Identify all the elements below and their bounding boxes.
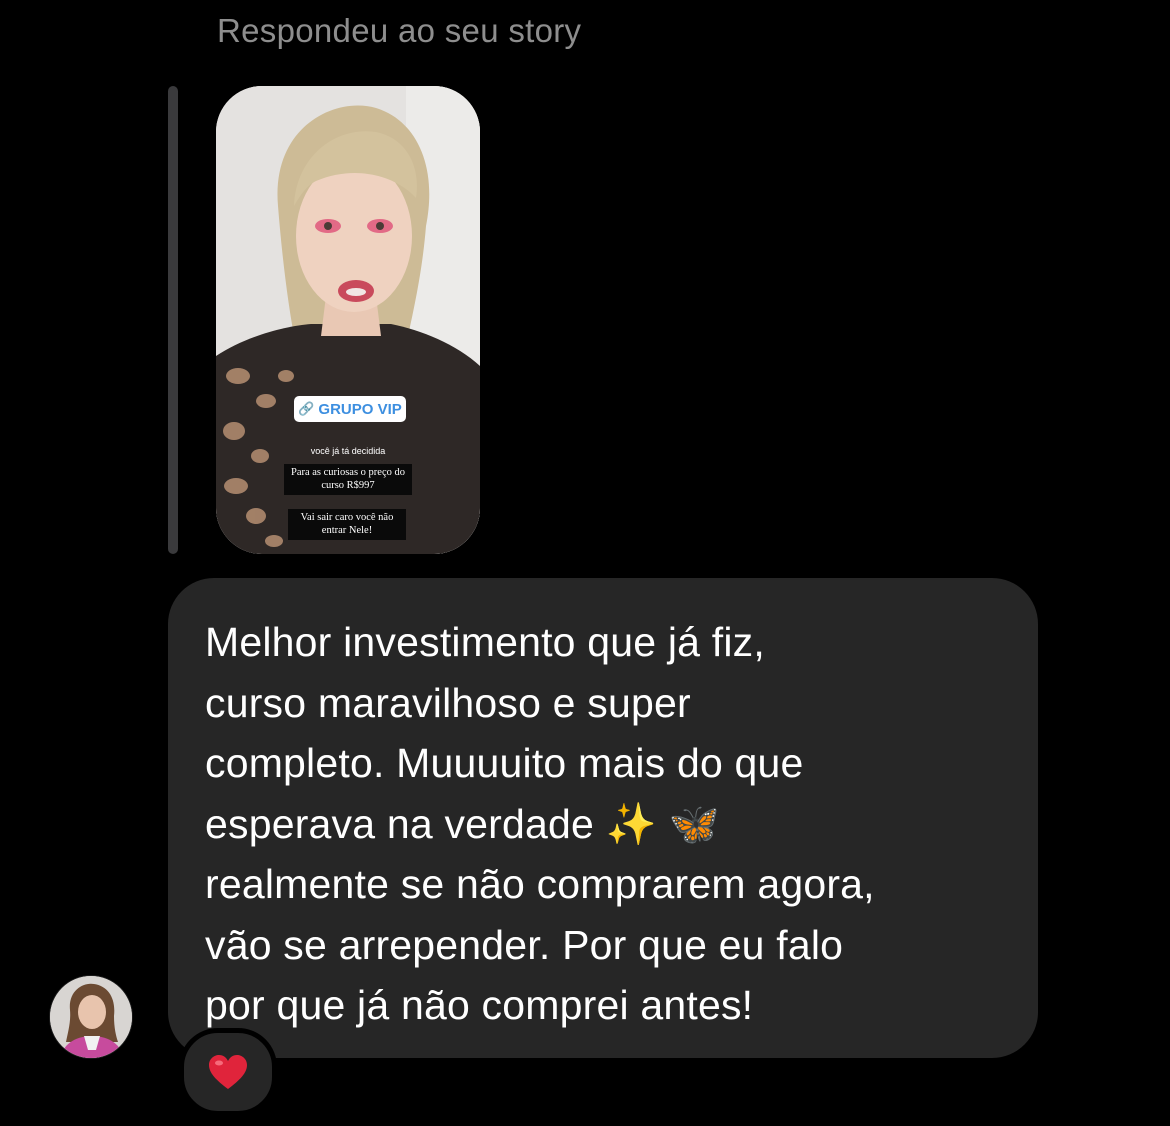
reply-indicator-bar: [168, 86, 178, 554]
reply-header: Respondeu ao seu story: [217, 12, 582, 49]
reaction-badge[interactable]: [179, 1028, 277, 1116]
story-caption-box-1: Para as curiosas o preço do curso R$997: [284, 464, 412, 496]
heart-icon: [209, 1055, 247, 1089]
story-link-label: GRUPO VIP: [318, 400, 402, 418]
heart-shape: [209, 1055, 247, 1089]
link-icon: 🔗: [298, 401, 315, 416]
story-caption-small: você já tá decidida: [310, 446, 386, 456]
story-link-sticker[interactable]: 🔗 GRUPO VIP: [294, 396, 406, 422]
story-caption-box-2: Vai sair caro você não entrar Nele!: [288, 509, 406, 541]
avatar-photo: [50, 976, 132, 1058]
message-text: Melhor investimento que já fiz, curso ma…: [205, 619, 875, 1028]
story-thumbnail[interactable]: 🔗 GRUPO VIP você já tá decidida Para as …: [216, 86, 480, 554]
message-bubble[interactable]: Melhor investimento que já fiz, curso ma…: [168, 578, 1038, 1058]
sender-avatar[interactable]: [49, 975, 133, 1059]
